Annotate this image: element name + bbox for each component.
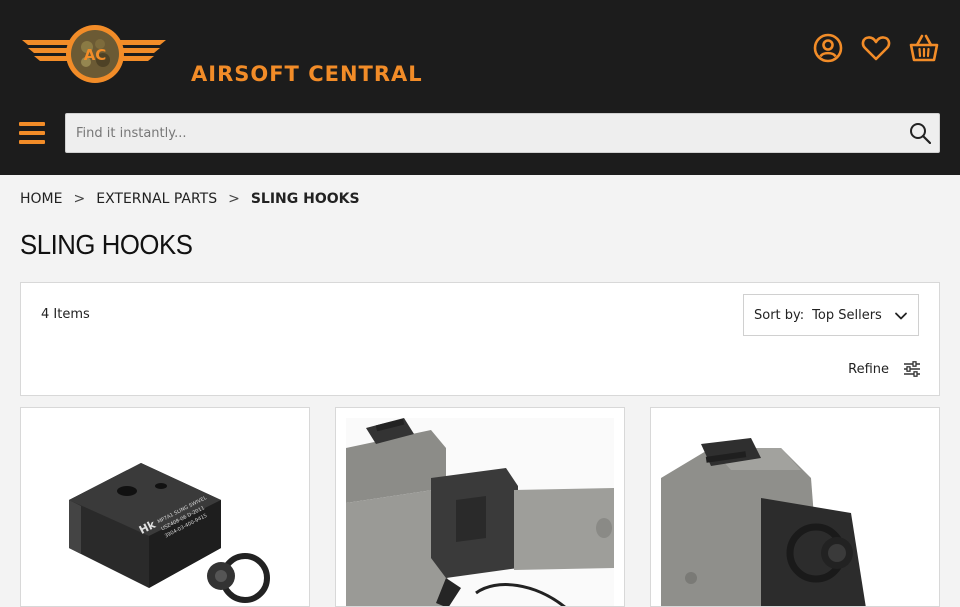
filter-sliders-icon [904,361,920,377]
refine-button[interactable]: Refine [848,361,921,377]
svg-text:AC: AC [84,46,107,64]
product-card[interactable]: Hk MP7A1 SLING SWIVEL USZ408-06 D-2011 3… [20,407,310,607]
search-icon[interactable] [909,122,931,144]
chevron-down-icon [895,312,907,320]
sort-label: Sort by: [754,307,805,323]
product-image-gray-receiver-sling-hook [346,418,614,606]
listing-toolbar: 4 Items Sort by: Top Sellers [20,282,940,346]
breadcrumb-separator: > [228,191,240,207]
brand-name: AIRSOFT CENTRAL [191,62,423,86]
sort-dropdown[interactable]: Sort by: Top Sellers [743,294,919,336]
breadcrumb-external-parts[interactable]: EXTERNAL PARTS [96,191,217,207]
cart-basket-icon[interactable] [908,32,940,64]
breadcrumb-separator: > [73,191,86,207]
wishlist-heart-icon[interactable] [860,32,892,64]
account-icon[interactable] [812,32,844,64]
refine-bar: Refine [20,345,940,396]
brand-logo[interactable]: AC AIRSOFT CENTRAL [20,22,422,86]
breadcrumb: HOME > EXTERNAL PARTS > SLING HOOKS [20,191,360,207]
product-card[interactable] [335,407,625,607]
breadcrumb-current: SLING HOOKS [250,191,360,207]
breadcrumb-home[interactable]: HOME [20,191,62,207]
product-image-gray-sling-hook-mount [661,418,929,606]
header-actions [812,32,940,64]
search-bar [65,113,940,153]
refine-label: Refine [848,361,889,377]
product-card[interactable] [650,407,940,607]
search-input[interactable] [66,114,886,152]
page-title: SLING HOOKS [20,229,193,260]
product-image-mp7a1-sling-swivel: Hk MP7A1 SLING SWIVEL USZ408-06 D-2011 3… [69,463,270,603]
site-header: AC AIRSOFT CENTRAL [0,0,960,175]
logo-emblem-icon: AC [22,25,166,83]
sort-value: Top Sellers [812,307,882,323]
item-count: 4 Items [41,307,90,322]
hamburger-menu-icon[interactable] [19,121,45,145]
